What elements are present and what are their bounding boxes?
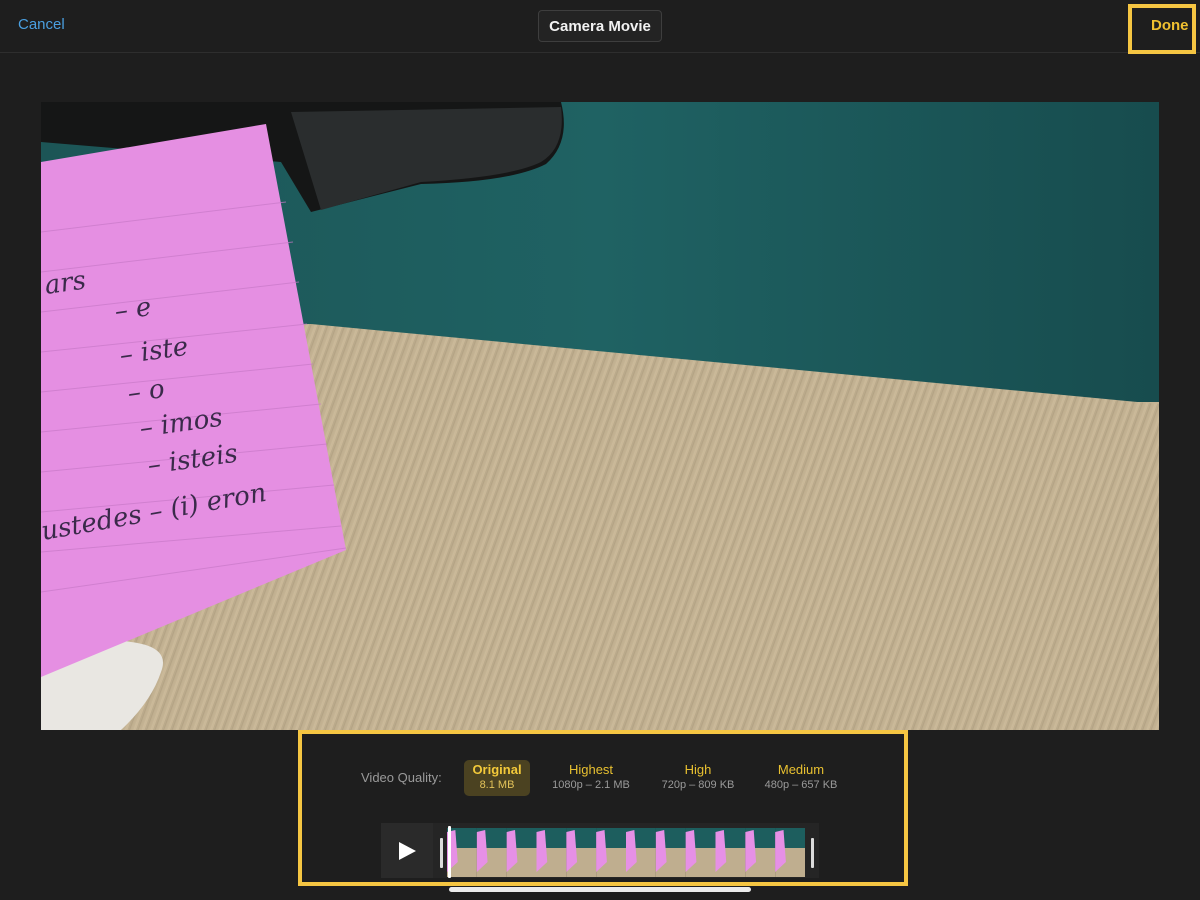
svg-text:– o: – o [126, 374, 167, 409]
quality-option-size: 720p – 809 KB [661, 779, 735, 791]
filmstrip-frame [655, 828, 686, 877]
filmstrip-frame [715, 828, 746, 877]
quality-option-size: 480p – 657 KB [764, 779, 838, 791]
svg-text:– e: – e [113, 292, 153, 327]
project-title[interactable]: Camera Movie [538, 10, 662, 42]
quality-option-highest[interactable]: Highest 1080p – 2.1 MB [541, 760, 641, 796]
video-preview[interactable]: ars – e – iste – o – imos – isteis usted… [41, 102, 1159, 730]
quality-option-size: 1080p – 2.1 MB [552, 779, 630, 791]
video-quality-label: Video Quality: [361, 770, 442, 785]
quality-option-name: Medium [777, 762, 825, 777]
quality-option-name: High [684, 762, 712, 777]
filmstrip-frame [566, 828, 597, 877]
filmstrip-frames [447, 828, 805, 877]
filmstrip-frame [596, 828, 626, 877]
quality-option-original[interactable]: Original 8.1 MB [464, 760, 530, 796]
quality-option-size: 8.1 MB [479, 779, 515, 791]
cancel-button[interactable]: Cancel [18, 16, 65, 33]
editor-screen: Cancel Camera Movie Done ars – e – iste … [0, 0, 1200, 900]
filmstrip-frame [447, 828, 477, 877]
filmstrip-frame [476, 828, 507, 877]
filmstrip-frame [775, 828, 805, 877]
trim-handle-left[interactable] [440, 838, 443, 868]
timeline-filmstrip[interactable] [447, 828, 805, 877]
filmstrip-frame [536, 828, 567, 877]
done-button[interactable]: Done [1151, 17, 1189, 34]
quality-option-high[interactable]: High 720p – 809 KB [648, 760, 748, 796]
trim-handle-right[interactable] [811, 838, 814, 868]
quality-option-medium[interactable]: Medium 480p – 657 KB [751, 760, 851, 796]
play-button[interactable] [381, 823, 433, 878]
filmstrip-frame [506, 828, 537, 877]
filmstrip-frame [685, 828, 716, 877]
video-frame-image: ars – e – iste – o – imos – isteis usted… [41, 102, 1159, 730]
top-navigation-bar: Cancel Camera Movie [0, 0, 1200, 53]
home-indicator[interactable] [449, 887, 751, 892]
quality-option-name: Original [472, 762, 522, 777]
playhead[interactable] [448, 826, 451, 878]
filmstrip-frame [626, 828, 656, 877]
filmstrip-frame [745, 828, 776, 877]
note-text-line: ars [43, 265, 88, 300]
play-icon [399, 841, 416, 860]
quality-option-name: Highest [568, 762, 614, 777]
